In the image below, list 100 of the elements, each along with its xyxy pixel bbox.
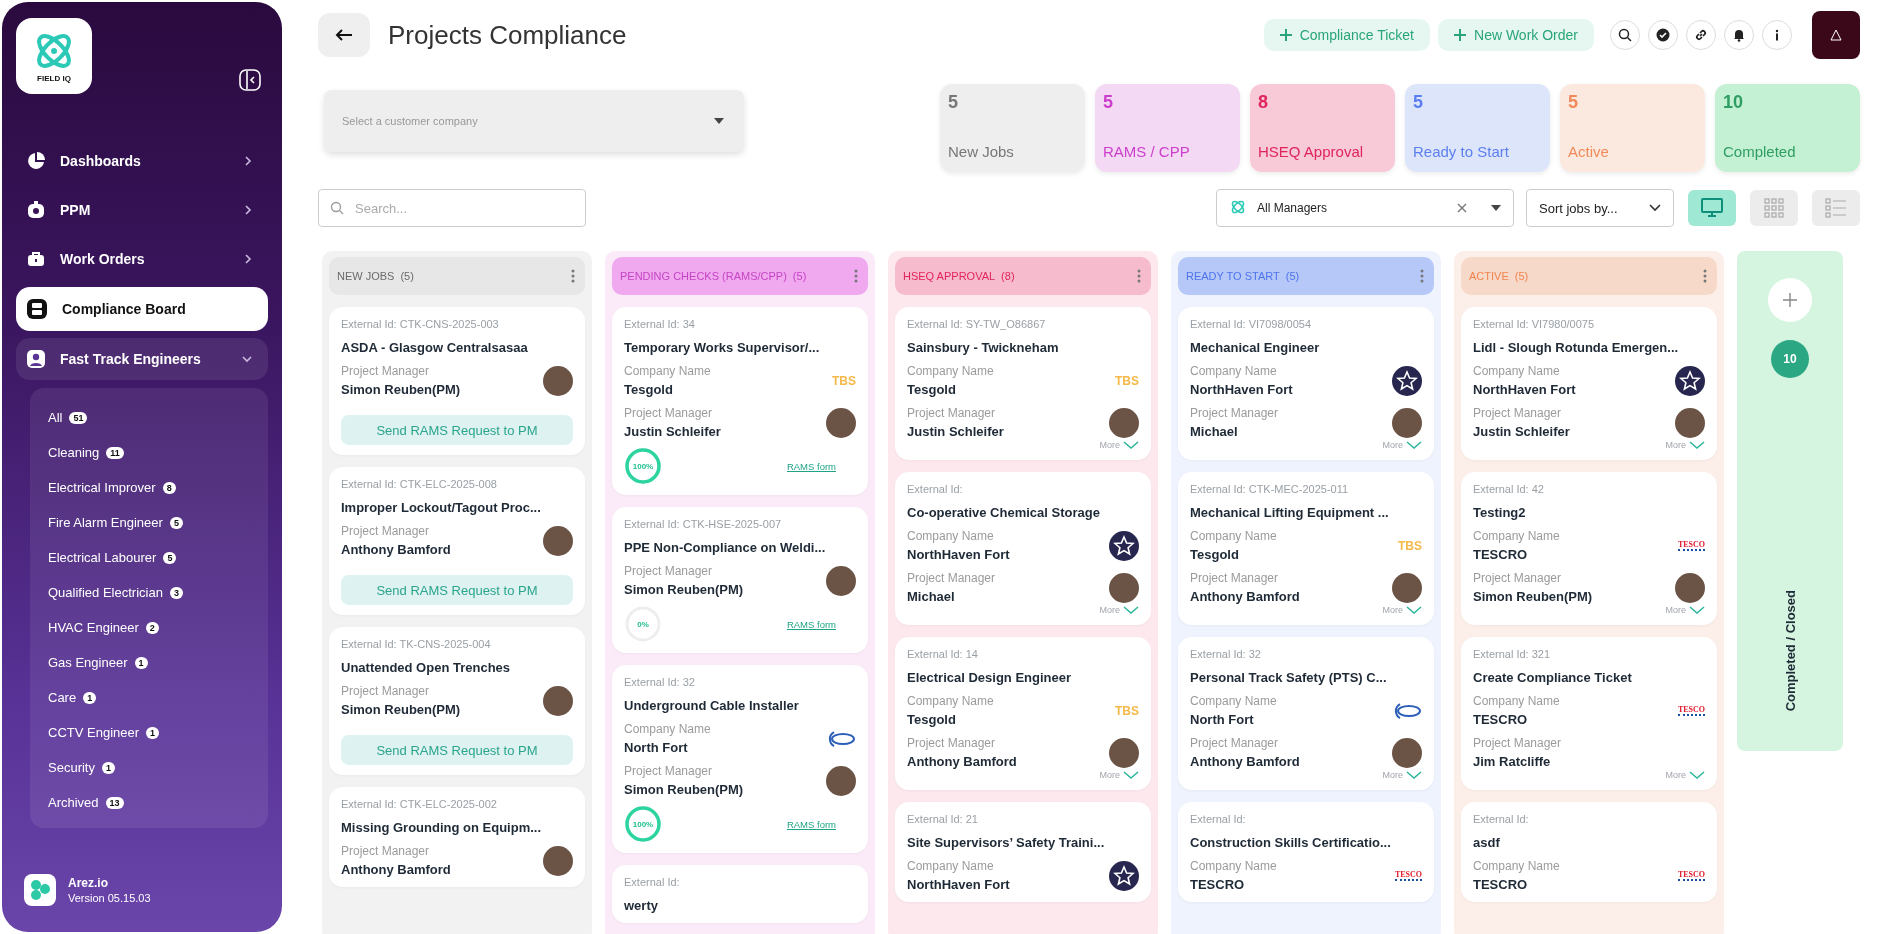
view-toggle[interactable] xyxy=(1750,190,1798,226)
submenu-item[interactable]: Electrical Improver 8 xyxy=(48,470,268,505)
chevron-down-icon xyxy=(1123,440,1139,450)
count-badge: 13 xyxy=(105,796,124,809)
manager-select[interactable]: All Managers xyxy=(1216,189,1514,227)
field-label: Project Manager xyxy=(907,736,997,750)
send-request-button[interactable]: Send RAMS Request to PM xyxy=(341,735,573,765)
view-toggle[interactable] xyxy=(1812,190,1860,226)
send-request-button[interactable]: Send RAMS Request to PM xyxy=(341,575,573,605)
rams-form-link[interactable]: RAMS form xyxy=(786,618,836,630)
submenu-item[interactable]: Electrical Labourer 5 xyxy=(48,540,268,575)
column-title: PENDING CHECKS (RAMS/CPP) xyxy=(620,270,787,282)
field-label: Company Name xyxy=(1190,694,1277,708)
more-vertical-icon[interactable] xyxy=(1137,269,1141,283)
add-button[interactable] xyxy=(1768,278,1812,322)
field-label: Project Manager xyxy=(907,406,997,420)
stat-card[interactable]: 5 New Jobs xyxy=(940,84,1085,172)
more-link[interactable]: More xyxy=(1382,770,1403,780)
stat-label: RAMS / CPP xyxy=(1103,143,1191,160)
job-title: Mechanical Engineer xyxy=(1190,340,1321,355)
more-link[interactable]: More xyxy=(1382,605,1403,615)
chevron-down-icon xyxy=(1406,440,1422,450)
submenu-item[interactable]: Care 1 xyxy=(48,680,268,715)
submenu-item[interactable]: Fire Alarm Engineer 5 xyxy=(48,505,268,540)
more-link[interactable]: More xyxy=(1665,605,1686,615)
sidebar-item[interactable]: Compliance Board xyxy=(16,287,268,331)
submenu-item[interactable]: Security 1 xyxy=(48,750,268,785)
stat-value: 10 xyxy=(1723,92,1745,113)
external-id: External Id: SY-TW_O86867 xyxy=(907,318,1047,330)
sort-select[interactable]: Sort jobs by... xyxy=(1526,189,1674,227)
view-toggle[interactable] xyxy=(1688,190,1736,226)
stat-card[interactable]: 10 Completed xyxy=(1715,84,1860,172)
user-avatar[interactable] xyxy=(1812,11,1860,59)
company-name: Tesgold xyxy=(624,382,674,397)
search-field[interactable]: Search... xyxy=(318,189,586,227)
more-link[interactable]: More xyxy=(1665,440,1686,450)
action-button[interactable]: New Work Order xyxy=(1438,19,1594,51)
link-button[interactable] xyxy=(1686,20,1716,50)
stat-card[interactable]: 5 Ready to Start xyxy=(1405,84,1550,172)
submenu-item[interactable]: Qualified Electrician 3 xyxy=(48,575,268,610)
stat-card[interactable]: 5 Active xyxy=(1560,84,1705,172)
sidebar-item[interactable]: Work Orders xyxy=(16,238,268,280)
company-name: NorthHaven Fort xyxy=(907,547,1010,562)
stat-card[interactable]: 8 HSEQ Approval xyxy=(1250,84,1395,172)
bell-icon xyxy=(1732,28,1746,42)
stat-card[interactable]: 5 RAMS / CPP xyxy=(1095,84,1240,172)
submenu-item[interactable]: HVAC Engineer 2 xyxy=(48,610,268,645)
action-button[interactable]: Compliance Ticket xyxy=(1263,19,1430,51)
sidebar-item[interactable]: PPM xyxy=(16,189,268,231)
sidebar-item[interactable]: Dashboards xyxy=(16,140,268,182)
submenu-item[interactable]: Gas Engineer 1 xyxy=(48,645,268,680)
chevron-down-icon xyxy=(1406,605,1422,615)
field-label: Company Name xyxy=(907,694,994,708)
more-link[interactable]: More xyxy=(1099,440,1120,450)
submenu-item[interactable]: Archived 13 xyxy=(48,785,268,820)
company-logo: TESCO xyxy=(1677,540,1705,551)
logo-text: FIELD IQ xyxy=(37,74,71,83)
info-button[interactable] xyxy=(1762,20,1792,50)
app-logo[interactable]: FIELD IQ xyxy=(16,18,92,94)
company-logo: TESCO xyxy=(1677,870,1705,881)
external-id: External Id: 32 xyxy=(624,676,696,688)
job-title: Underground Cable Installer xyxy=(624,698,800,713)
manager-name: Simon Reuben(PM) xyxy=(341,702,461,717)
chevron-down-icon xyxy=(1123,770,1139,780)
send-request-button[interactable]: Send RAMS Request to PM xyxy=(341,415,573,445)
rams-form-link[interactable]: RAMS form xyxy=(786,460,836,472)
bell-button[interactable] xyxy=(1724,20,1754,50)
more-link[interactable]: More xyxy=(1099,770,1120,780)
submenu-item[interactable]: Cleaning 11 xyxy=(48,435,268,470)
progress-label: 0% xyxy=(637,619,649,629)
field-label: Project Manager xyxy=(624,406,714,420)
more-vertical-icon[interactable] xyxy=(1420,269,1424,283)
plus-icon xyxy=(1782,292,1798,308)
search-button[interactable] xyxy=(1610,20,1640,50)
company-name: Tesgold xyxy=(1190,547,1240,562)
submenu-item[interactable]: CCTV Engineer 1 xyxy=(48,715,268,750)
company-name: NorthHaven Fort xyxy=(907,877,1010,892)
check-circle-button[interactable] xyxy=(1648,20,1678,50)
more-vertical-icon[interactable] xyxy=(571,269,575,283)
check-circle-icon xyxy=(1656,28,1670,42)
external-id: External Id: VI7098/0054 xyxy=(1190,318,1313,330)
more-vertical-icon[interactable] xyxy=(1703,269,1707,283)
rams-form-link[interactable]: RAMS form xyxy=(786,818,836,830)
field-label: Project Manager xyxy=(624,564,714,578)
external-id: External Id: 32 xyxy=(1190,648,1262,660)
external-id: External Id: 42 xyxy=(1473,483,1545,495)
more-vertical-icon[interactable] xyxy=(854,269,858,283)
customer-select[interactable]: Select a customer company xyxy=(324,90,744,152)
collapse-sidebar-icon[interactable] xyxy=(238,68,262,92)
company-name: North Fort xyxy=(624,740,689,755)
job-title: Unattended Open Trenches xyxy=(341,660,512,675)
field-label: Company Name xyxy=(624,722,711,736)
external-id: External Id: 14 xyxy=(907,648,979,660)
more-link[interactable]: More xyxy=(1099,605,1120,615)
back-button[interactable] xyxy=(318,13,370,57)
more-link[interactable]: More xyxy=(1382,440,1403,450)
submenu-item[interactable]: All 51 xyxy=(48,400,268,435)
progress-label: 100% xyxy=(632,819,654,829)
more-link[interactable]: More xyxy=(1665,770,1686,780)
sidebar-item[interactable]: Fast Track Engineers xyxy=(16,338,268,380)
